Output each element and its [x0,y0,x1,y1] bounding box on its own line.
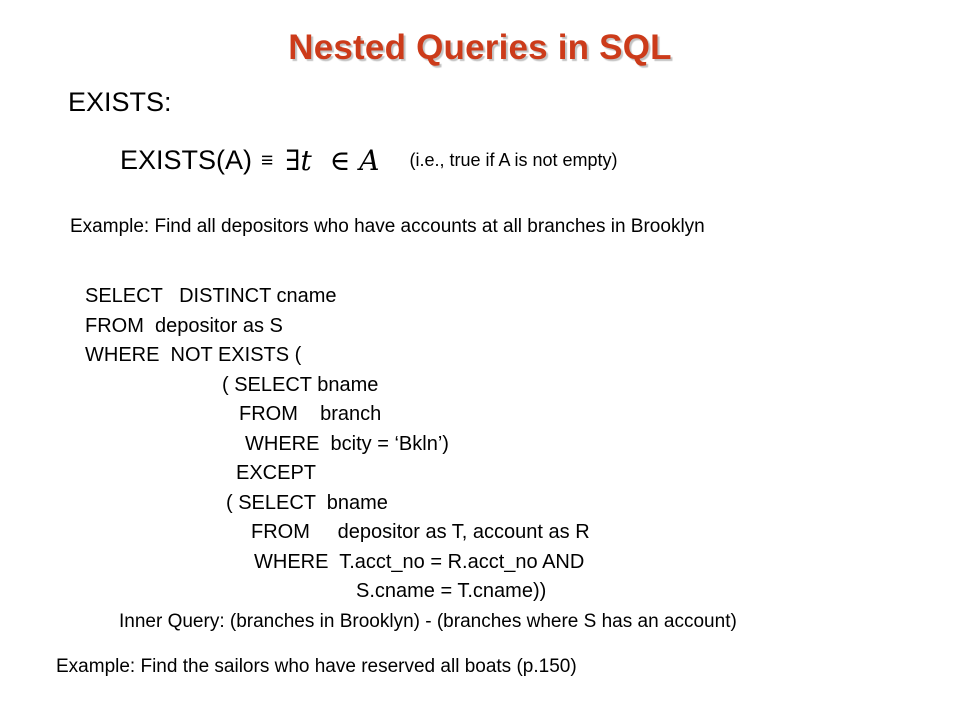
formula-right-hand-side: ∃t ∈ A [285,144,379,177]
example-top-text: Example: Find all depositors who have ac… [70,216,705,237]
exists-definition-formula: EXISTS(A) ≡ ∃t ∈ A (i.e., true if A is n… [120,143,618,177]
formula-spacer [312,144,330,177]
sql-code-line: WHERE bcity = ‘Bkln’) [245,432,449,455]
sql-code-line: FROM depositor as T, account as R [251,521,590,543]
sql-code-line: EXCEPT [236,462,317,484]
formula-left-hand-side: EXISTS(A) [120,145,253,175]
section-heading-exists: EXISTS: [68,87,172,117]
equivalence-symbol: ≡ [261,149,274,172]
exists-quantifier-symbol: ∃ [285,144,301,177]
formula-set-a: A [359,144,380,177]
sql-code-line: WHERE NOT EXISTS ( [85,344,302,366]
sql-code-line: WHERE T.acct_no = R.acct_no AND [254,550,585,573]
formula-variable-t: t [300,144,312,177]
formula-spacer-2 [350,144,359,177]
formula-note: (i.e., true if A is not empty) [409,150,618,170]
sql-code-line: ( SELECT bname [222,373,379,396]
page-title: Nested Queries in SQL [288,28,672,67]
sql-code-line: FROM branch [239,403,382,425]
sql-code-line: ( SELECT bname [226,491,388,514]
sql-code-line: S.cname = T.cname)) [356,580,547,602]
inner-query-explanation: Inner Query: (branches in Brooklyn) - (b… [119,611,737,632]
sql-code-line: SELECT DISTINCT cname [85,285,337,307]
element-of-symbol: ∈ [329,144,351,177]
sql-code-line: FROM depositor as S [85,314,283,337]
slide-canvas: Nested Queries in SQL EXISTS: EXISTS(A) … [0,0,960,720]
sql-code-block: SELECT DISTINCT cname FROM depositor as S… [0,282,960,607]
example-bottom-text: Example: Find the sailors who have reser… [56,656,577,677]
